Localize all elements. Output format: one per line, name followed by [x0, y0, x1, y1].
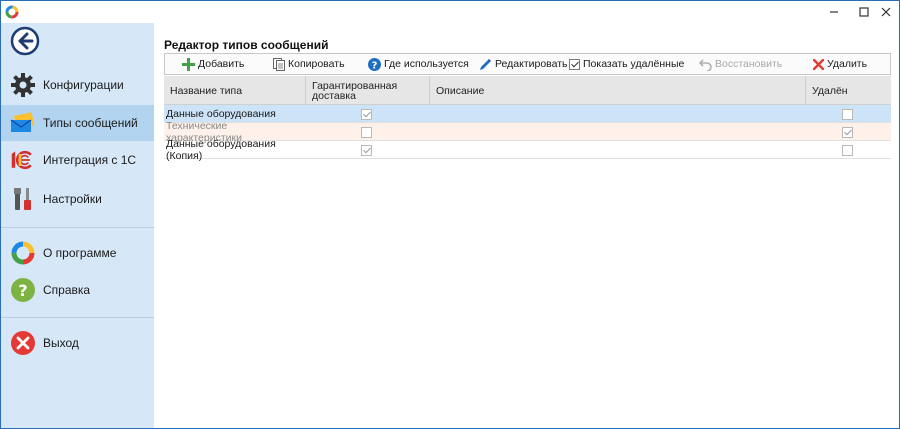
plus-icon — [182, 57, 195, 71]
column-header-name[interactable]: Название типа — [164, 76, 306, 105]
table-row[interactable]: Данные оборудования (Копия) — [164, 138, 891, 162]
show-deleted-checkbox[interactable] — [569, 58, 580, 70]
svg-text:?: ? — [18, 281, 27, 300]
svg-text:?: ? — [372, 60, 378, 71]
sidebar-item-label: Справка — [43, 283, 91, 297]
deleted-checkbox — [841, 108, 853, 120]
deleted-checkbox — [841, 126, 853, 138]
sidebar-item-1c-integration[interactable]: Интеграция с 1С — [1, 142, 154, 178]
app-ring-icon — [11, 241, 35, 265]
cell-deleted — [806, 141, 891, 159]
envelope-icon — [10, 112, 35, 132]
1c-logo-icon — [11, 150, 32, 170]
sidebar-item-label: Выход — [43, 336, 79, 350]
tools-icon — [14, 188, 31, 210]
deleted-checkbox — [841, 144, 853, 156]
cell-description — [436, 141, 806, 159]
message-types-table: Название типа Гарантированная доставка О… — [164, 76, 891, 162]
restore-button-label: Восстановить — [715, 58, 783, 70]
edit-button[interactable]: Редактировать — [479, 54, 568, 74]
guaranteed-checkbox — [361, 144, 372, 156]
show-deleted-toggle[interactable]: Показать удалённые — [569, 54, 684, 74]
minimize-icon — [830, 11, 838, 13]
sidebar-item-settings[interactable]: Настройки — [1, 181, 154, 217]
maximize-button[interactable] — [853, 3, 875, 21]
column-header-guaranteed[interactable]: Гарантированная доставка — [306, 76, 430, 105]
sidebar-item-label: Настройки — [43, 192, 102, 206]
sidebar-item-label: Типы сообщений — [43, 116, 138, 130]
sidebar-item-help[interactable]: ? Справка — [1, 272, 154, 308]
cell-deleted — [806, 105, 891, 123]
sidebar-separator — [1, 227, 154, 228]
cell-guaranteed — [306, 105, 430, 123]
undo-icon — [699, 58, 712, 71]
where-used-button[interactable]: ? Где используется — [368, 54, 469, 74]
page-title: Редактор типов сообщений — [164, 38, 329, 52]
minimize-button[interactable] — [823, 3, 845, 21]
close-icon — [881, 7, 891, 17]
maximize-icon — [859, 7, 869, 17]
column-header-deleted[interactable]: Удалён — [806, 76, 891, 105]
app-ring-icon — [5, 5, 19, 19]
question-icon: ? — [368, 57, 381, 71]
title-bar — [1, 1, 899, 23]
cell-name: Данные оборудования (Копия) — [166, 138, 276, 162]
delete-button[interactable]: Удалить — [813, 54, 867, 74]
cell-guaranteed — [306, 141, 430, 159]
copy-button[interactable]: Копировать — [273, 54, 345, 74]
question-icon: ? — [11, 278, 35, 302]
copy-button-label: Копировать — [288, 58, 345, 70]
pencil-icon — [480, 58, 491, 70]
cell-deleted — [806, 123, 891, 141]
sidebar-item-label: Интеграция с 1С — [43, 153, 137, 167]
arrow-left-icon[interactable] — [10, 26, 40, 56]
sidebar: Конфигурации Типы сообщений Интеграция с… — [1, 23, 154, 428]
sidebar-item-label: Конфигурации — [43, 78, 124, 92]
where-used-button-label: Где используется — [384, 58, 469, 70]
add-button[interactable]: Добавить — [182, 54, 244, 74]
sidebar-item-label: О программе — [43, 246, 117, 260]
app-window: Конфигурации Типы сообщений Интеграция с… — [0, 0, 900, 429]
main-panel: Редактор типов сообщений Добавить Копиро… — [154, 23, 899, 428]
toolbar: Добавить Копировать ? Где используется Р… — [164, 53, 891, 75]
cell-description — [436, 105, 806, 123]
guaranteed-checkbox — [361, 108, 372, 120]
cell-description — [436, 123, 806, 141]
edit-button-label: Редактировать — [495, 58, 568, 70]
copy-icon — [273, 57, 285, 71]
table-header: Название типа Гарантированная доставка О… — [164, 76, 891, 105]
sidebar-item-exit[interactable]: Выход — [1, 325, 154, 361]
sidebar-separator — [1, 317, 154, 318]
guaranteed-checkbox — [361, 126, 372, 138]
delete-button-label: Удалить — [827, 58, 868, 70]
restore-button[interactable]: Восстановить — [699, 54, 782, 74]
cell-guaranteed — [306, 123, 430, 141]
close-window-button[interactable] — [875, 3, 897, 21]
sidebar-item-about[interactable]: О программе — [1, 235, 154, 271]
sidebar-item-message-types[interactable]: Типы сообщений — [1, 105, 154, 141]
delete-x-icon — [813, 58, 824, 70]
gear-icon — [11, 73, 35, 97]
column-header-description[interactable]: Описание — [430, 76, 806, 105]
add-button-label: Добавить — [198, 58, 245, 70]
show-deleted-label: Показать удалённые — [583, 58, 685, 70]
sidebar-item-configurations[interactable]: Конфигурации — [1, 67, 154, 103]
exit-icon — [11, 331, 35, 355]
